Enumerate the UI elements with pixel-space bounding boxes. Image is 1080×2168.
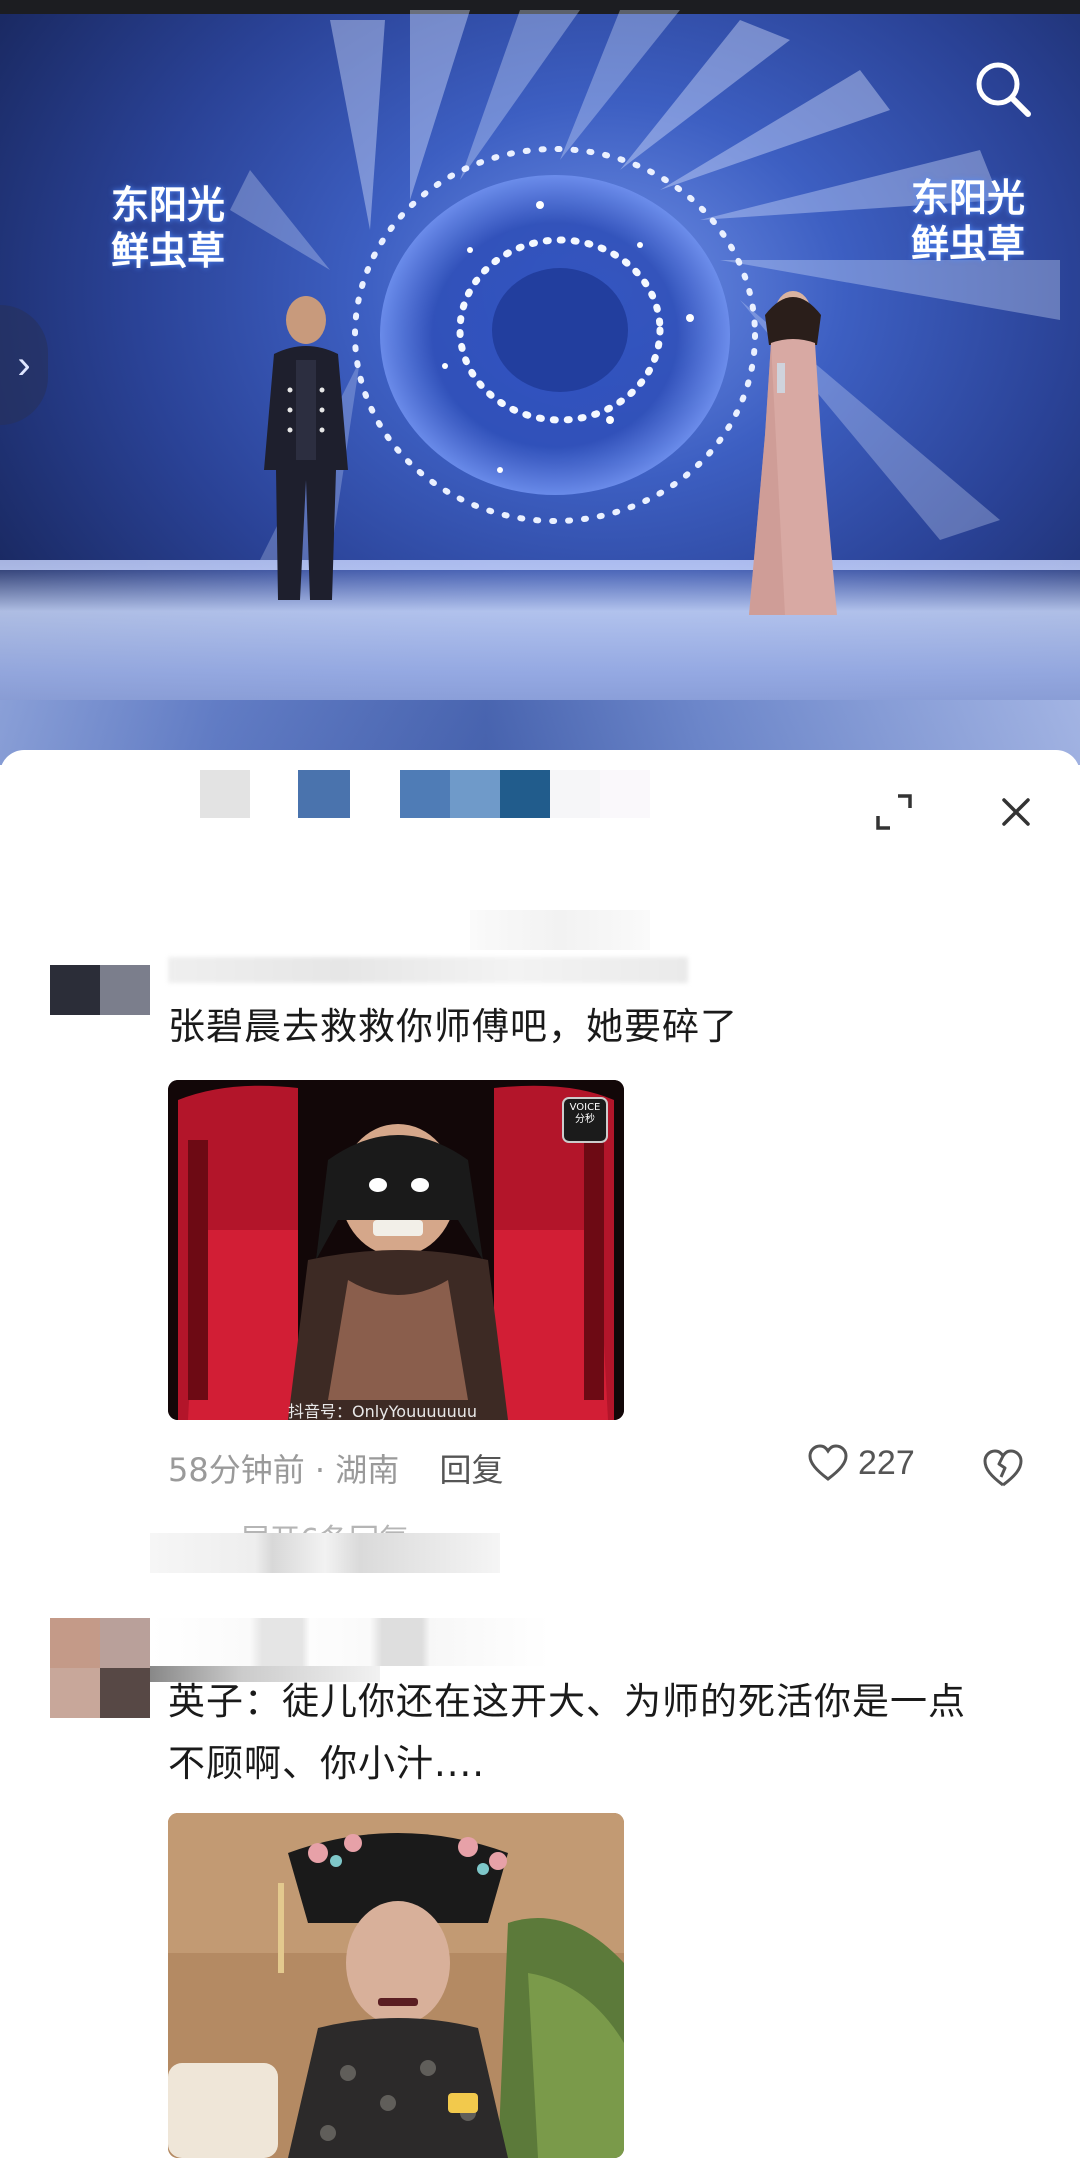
avatar[interactable] (50, 1618, 150, 1718)
comment-meta: 58分钟前 · 湖南 回复 (168, 1451, 504, 1489)
blurred-username (168, 957, 688, 983)
comment-image[interactable]: VOICE 分秒 抖音号：OnlyYouuuuuuu (168, 1080, 624, 1420)
meme-image-qing-costume (168, 1813, 624, 2158)
fullscreen-button[interactable] (872, 790, 916, 834)
blurred-title (470, 910, 650, 950)
image-badge: VOICE 分秒 (569, 1102, 601, 1125)
search-icon (976, 62, 1031, 117)
like-count: 227 (858, 1443, 915, 1482)
comment-text: 张碧晨去救救你师傅吧，她要碎了 (168, 1005, 738, 1048)
pixelated-header-block (200, 770, 250, 818)
comment-location: 湖南 (335, 1451, 400, 1489)
meme-image-screaming-coach (168, 1080, 624, 1420)
like-button[interactable]: 227 (806, 1443, 915, 1483)
avatar[interactable] (50, 965, 150, 1065)
sponsor-logo-right: 东阳光 鲜虫草 (908, 175, 1028, 275)
sponsor-logo-left: 东阳光 鲜虫草 (108, 182, 228, 282)
comment-image[interactable] (168, 1813, 624, 2158)
pixelated-header-block (550, 770, 600, 818)
chevron-right-icon: › (17, 343, 31, 387)
blurred-username (150, 1618, 550, 1666)
pixelated-header-block (600, 770, 650, 818)
male-singer (264, 296, 348, 600)
close-button[interactable] (994, 790, 1038, 834)
comment-sheet: 张碧晨去救救你师傅吧，她要碎了 VOICE 分秒 抖音号：OnlyYouuuuu… (0, 750, 1080, 2168)
close-icon (1002, 798, 1030, 826)
female-singer (749, 291, 837, 615)
expand-icon (876, 794, 912, 830)
broken-heart-icon (983, 1449, 1023, 1487)
logo-right-line2: 鲜虫草 (910, 222, 1025, 266)
logo-left-line1: 东阳光 (110, 183, 225, 227)
comment-text-line-2: 不顾啊、你小汁.... (168, 1742, 486, 1785)
video-player[interactable]: 东阳光 鲜虫草 东阳光 鲜虫草 › (0, 0, 1080, 765)
pixelated-header-block (400, 770, 450, 818)
dislike-button[interactable] (980, 1445, 1026, 1491)
comment-time: 58分钟前 (168, 1451, 305, 1489)
search-button[interactable] (970, 56, 1036, 122)
comment-text-line-1: 英子：徒儿你还在这开大、为师的死活你是一点 (168, 1680, 966, 1723)
logo-left-line2: 鲜虫草 (110, 229, 225, 273)
image-watermark: 抖音号：OnlyYouuuuuuu (288, 1402, 478, 1420)
pixelated-header-block (500, 770, 550, 818)
pixelated-reply-preview (150, 1533, 500, 1573)
logo-right-line1: 东阳光 (910, 176, 1025, 220)
pixelated-header-block (450, 770, 500, 818)
heart-icon (808, 1444, 848, 1481)
reply-button[interactable]: 回复 (439, 1451, 503, 1489)
pixelated-header-block (298, 770, 350, 818)
